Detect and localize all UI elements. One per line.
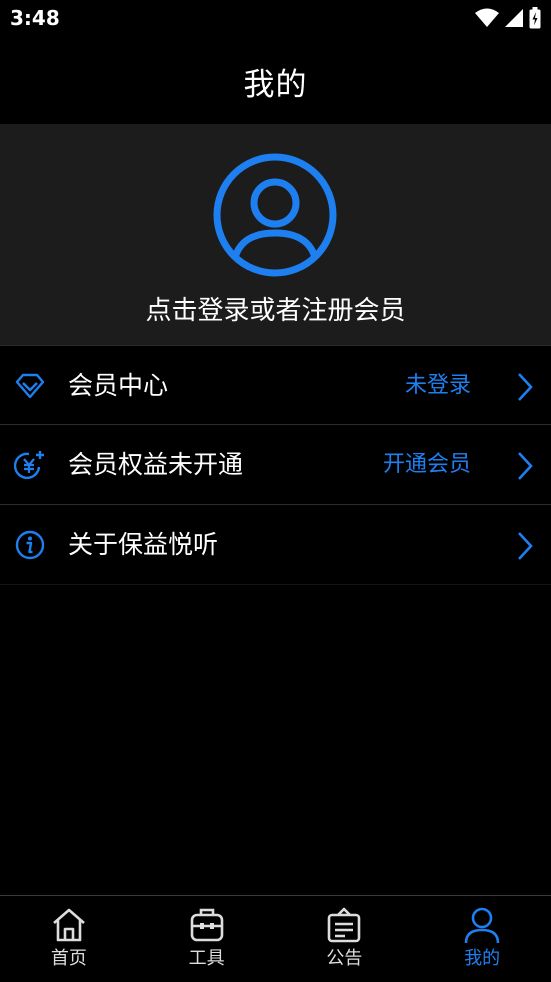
tab-tools[interactable]: 工具 <box>138 896 276 982</box>
user-icon <box>464 907 500 944</box>
yen-plus-icon <box>14 451 44 480</box>
tab-mine[interactable]: 我的 <box>413 896 551 982</box>
tab-label: 公告 <box>326 948 363 969</box>
menu-item-label: 会员权益未开通 <box>68 450 244 479</box>
menu-item-label: 会员中心 <box>68 371 169 400</box>
settings-menu: 会员中心 未登录 会员权益未开通 开通会员 关于保益悦听 <box>0 345 551 585</box>
status-bar: 3:48 <box>0 0 551 38</box>
status-icons <box>475 6 541 30</box>
status-time: 3:48 <box>10 6 60 30</box>
bottom-tab-bar: 首页 工具 公告 我的 <box>0 895 551 982</box>
tab-announcements[interactable]: 公告 <box>276 896 414 982</box>
battery-icon <box>529 7 541 29</box>
tab-label: 首页 <box>50 948 87 969</box>
info-icon <box>15 530 45 560</box>
menu-item-about[interactable]: 关于保益悦听 <box>0 505 551 585</box>
diamond-icon <box>15 373 45 399</box>
login-register-link[interactable]: 点击登录或者注册会员 <box>0 290 551 327</box>
open-membership-link[interactable]: 开通会员 <box>383 425 471 505</box>
user-avatar-icon[interactable] <box>213 153 337 277</box>
signal-icon <box>505 9 523 27</box>
chevron-right-icon <box>518 452 533 480</box>
chevron-right-icon <box>518 373 533 401</box>
menu-item-label: 关于保益悦听 <box>68 530 219 559</box>
menu-item-member-center[interactable]: 会员中心 未登录 <box>0 345 551 425</box>
notice-board-icon <box>328 907 361 943</box>
tab-home[interactable]: 首页 <box>0 896 138 982</box>
menu-item-member-benefits[interactable]: 会员权益未开通 开通会员 <box>0 425 551 505</box>
chevron-right-icon <box>518 532 533 560</box>
tab-label: 我的 <box>464 948 501 969</box>
profile-section[interactable]: 点击登录或者注册会员 <box>0 124 551 345</box>
login-status-text: 未登录 <box>404 373 471 398</box>
page-header: 我的 <box>0 38 551 124</box>
tab-label: 工具 <box>188 948 225 969</box>
home-icon <box>53 908 85 942</box>
toolbox-icon <box>190 908 223 942</box>
page-title: 我的 <box>243 66 308 103</box>
wifi-icon <box>475 8 499 27</box>
